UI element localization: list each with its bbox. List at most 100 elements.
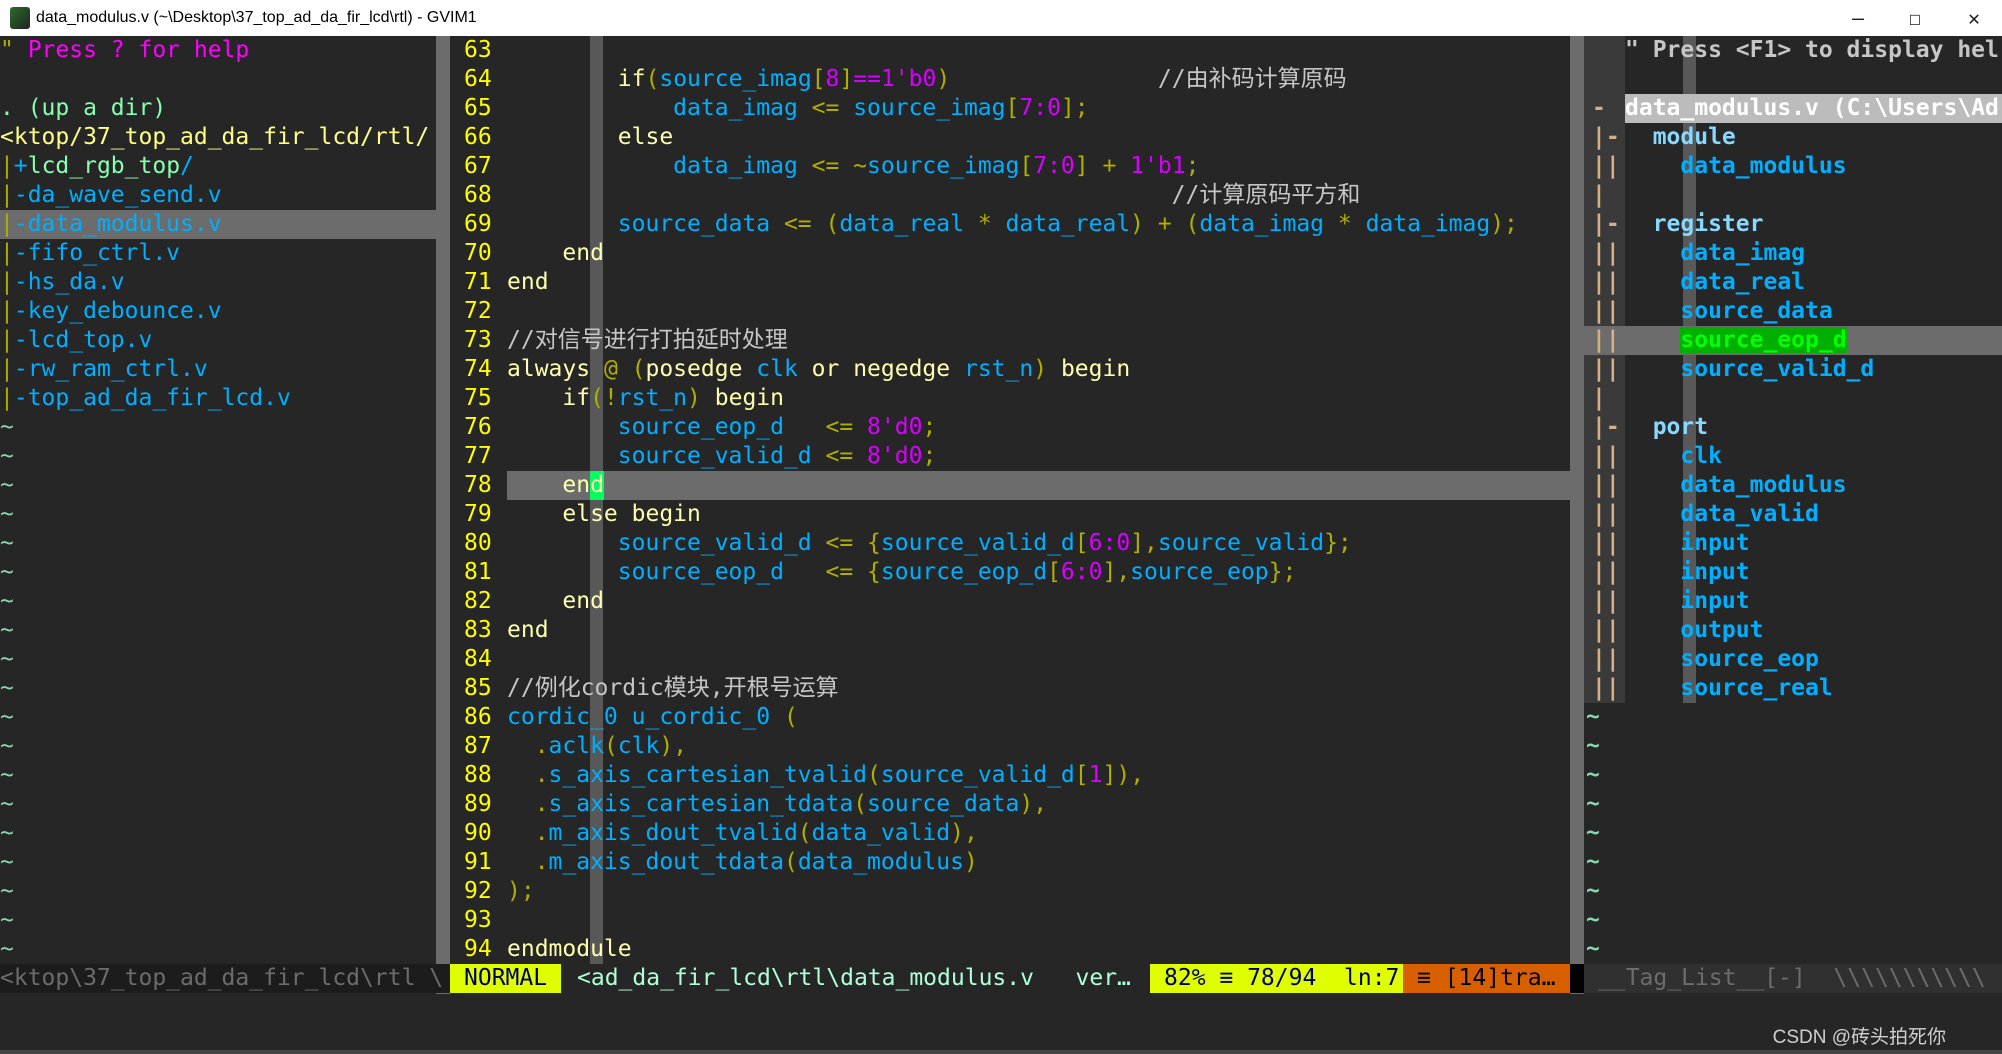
code-line[interactable]: 89 .s_axis_cartesian_tdata(source_data), xyxy=(450,790,1570,819)
code-line[interactable]: 93 xyxy=(450,906,1570,935)
tag-name[interactable]: source_valid_d xyxy=(1625,355,1874,384)
tag-row[interactable]: || data_real xyxy=(1584,268,2002,297)
fold-marker[interactable]: | xyxy=(1592,384,1606,413)
minimize-button[interactable]: — xyxy=(1830,0,1886,36)
tag-row[interactable]: | xyxy=(1584,181,2002,210)
tag-row[interactable]: || input xyxy=(1584,558,2002,587)
close-button[interactable]: ✕ xyxy=(1946,0,2002,36)
tag-row[interactable]: || data_imag xyxy=(1584,239,2002,268)
empty-line[interactable]: ~ xyxy=(1584,935,2002,964)
code-line[interactable]: 71 end xyxy=(450,268,1570,297)
code-line[interactable]: 91 .m_axis_dout_tdata(data_modulus) xyxy=(450,848,1570,877)
code-line[interactable]: 73 //对信号进行打拍延时处理 xyxy=(450,326,1570,355)
tag-name[interactable]: data_imag xyxy=(1625,239,1805,268)
tag-name[interactable]: data_modulus xyxy=(1625,471,1846,500)
file-tree-row[interactable]: |-da_wave_send.v xyxy=(0,181,436,210)
tag-row[interactable]: | xyxy=(1584,384,2002,413)
tag-row[interactable]: || source_real xyxy=(1584,674,2002,703)
code-line[interactable]: 88 .s_axis_cartesian_tvalid(source_valid… xyxy=(450,761,1570,790)
code-line[interactable]: 78 end xyxy=(450,471,1570,500)
fold-marker[interactable]: |- xyxy=(1592,210,1620,239)
tag-row[interactable]: || clk xyxy=(1584,442,2002,471)
tag-name[interactable]: source_real xyxy=(1625,674,1832,703)
tag-row[interactable]: || data_modulus xyxy=(1584,152,2002,181)
tag-row[interactable] xyxy=(1584,65,2002,94)
file-explorer-pane[interactable]: " Press ? for help . (up a dir) <ktop/37_t… xyxy=(0,36,436,964)
code-line[interactable]: 67 data_imag <= ~source_imag[7:0] + 1'b1… xyxy=(450,152,1570,181)
fold-marker[interactable]: | xyxy=(1592,181,1606,210)
fold-marker[interactable]: || xyxy=(1592,326,1620,355)
tag-name[interactable]: register xyxy=(1625,210,1764,239)
code-line[interactable]: 85 //例化cordic模块,开根号运算 xyxy=(450,674,1570,703)
code-line[interactable]: 74 always @ (posedge clk or negedge rst_n… xyxy=(450,355,1570,384)
tag-name[interactable]: input xyxy=(1625,558,1749,587)
fold-marker[interactable]: - xyxy=(1592,94,1606,123)
code-line[interactable]: 75 if(!rst_n) begin xyxy=(450,384,1570,413)
fold-marker[interactable]: || xyxy=(1592,529,1620,558)
tag-name[interactable]: module xyxy=(1625,123,1736,152)
tag-name[interactable]: data_real xyxy=(1625,268,1805,297)
tag-name[interactable]: data_modulus xyxy=(1625,152,1846,181)
tag-row[interactable]: || source_valid_d xyxy=(1584,355,2002,384)
tag-row[interactable]: || output xyxy=(1584,616,2002,645)
empty-line[interactable]: ~ xyxy=(1584,761,2002,790)
tag-name[interactable]: output xyxy=(1625,616,1763,645)
code-line[interactable]: 77 source_valid_d <= 8'd0; xyxy=(450,442,1570,471)
file-tree-row[interactable]: |-rw_ram_ctrl.v xyxy=(0,355,436,384)
tag-name[interactable]: data_valid xyxy=(1625,500,1819,529)
tag-row[interactable]: || source_eop_d xyxy=(1584,326,2002,355)
code-line[interactable]: 81 source_eop_d <= {source_eop_d[6:0],so… xyxy=(450,558,1570,587)
empty-line[interactable]: ~ xyxy=(1584,790,2002,819)
fold-marker[interactable]: || xyxy=(1592,471,1620,500)
fold-marker[interactable]: || xyxy=(1592,239,1620,268)
code-line[interactable]: 92); xyxy=(450,877,1570,906)
code-line[interactable]: 64 if(source_imag[8]==1'b0) //由补码计算原码 xyxy=(450,65,1570,94)
fold-marker[interactable]: || xyxy=(1592,297,1620,326)
code-line[interactable]: 82 end xyxy=(450,587,1570,616)
empty-line[interactable]: ~ xyxy=(1584,732,2002,761)
maximize-button[interactable]: ☐ xyxy=(1887,0,1943,36)
code-line[interactable]: 83 end xyxy=(450,616,1570,645)
tag-row[interactable]: || input xyxy=(1584,587,2002,616)
tag-row[interactable]: " Press <F1> to display hel xyxy=(1584,36,2002,65)
code-line[interactable]: 72 xyxy=(450,297,1570,326)
tag-row[interactable]: || data_modulus xyxy=(1584,471,2002,500)
file-tree-row[interactable]: |-fifo_ctrl.v xyxy=(0,239,436,268)
tag-row[interactable]: |- port xyxy=(1584,413,2002,442)
tag-name[interactable]: source_eop_d xyxy=(1625,326,1847,355)
window-separator-right[interactable] xyxy=(1570,36,1584,994)
fold-marker[interactable]: || xyxy=(1592,268,1620,297)
code-line[interactable]: 80 source_valid_d <= {source_valid_d[6:0… xyxy=(450,529,1570,558)
empty-line[interactable]: ~ xyxy=(1584,703,2002,732)
tag-row[interactable]: |- module xyxy=(1584,123,2002,152)
empty-line[interactable]: ~ xyxy=(1584,906,2002,935)
tag-row[interactable]: || input xyxy=(1584,529,2002,558)
file-tree-row[interactable]: |+lcd_rgb_top/ xyxy=(0,152,436,181)
tag-name[interactable]: input xyxy=(1625,587,1749,616)
fold-marker[interactable]: || xyxy=(1592,355,1620,384)
fold-marker[interactable]: || xyxy=(1592,500,1620,529)
empty-line[interactable]: ~ xyxy=(1584,848,2002,877)
code-line[interactable]: 84 xyxy=(450,645,1570,674)
code-line[interactable]: 65 data_imag <= source_imag[7:0]; xyxy=(450,94,1570,123)
window-separator-left[interactable] xyxy=(436,36,450,994)
file-tree-row[interactable]: <ktop/37_top_ad_da_fir_lcd/rtl/ xyxy=(0,123,436,152)
fold-marker[interactable]: || xyxy=(1592,442,1620,471)
code-line[interactable]: 90 .m_axis_dout_tvalid(data_valid), xyxy=(450,819,1570,848)
file-tree-row[interactable]: |-key_debounce.v xyxy=(0,297,436,326)
tag-row[interactable]: || source_data xyxy=(1584,297,2002,326)
code-line[interactable]: 79 else begin xyxy=(450,500,1570,529)
code-line[interactable]: 94 endmodule xyxy=(450,935,1570,964)
file-tree-row[interactable]: |-lcd_top.v xyxy=(0,326,436,355)
fold-marker[interactable]: || xyxy=(1592,616,1620,645)
file-tree-row[interactable]: . (up a dir) xyxy=(0,94,436,123)
empty-line[interactable]: ~ xyxy=(1584,819,2002,848)
code-line[interactable]: 68 //计算原码平方和 xyxy=(450,181,1570,210)
code-line[interactable]: 87 .aclk(clk), xyxy=(450,732,1570,761)
fold-marker[interactable]: |- xyxy=(1592,123,1620,152)
tag-row[interactable]: - data_modulus.v (C:\Users\Ad xyxy=(1584,94,2002,123)
fold-marker[interactable]: || xyxy=(1592,152,1620,181)
code-line[interactable]: 70 end xyxy=(450,239,1570,268)
tag-name[interactable]: input xyxy=(1625,529,1749,558)
fold-marker[interactable]: || xyxy=(1592,674,1620,703)
